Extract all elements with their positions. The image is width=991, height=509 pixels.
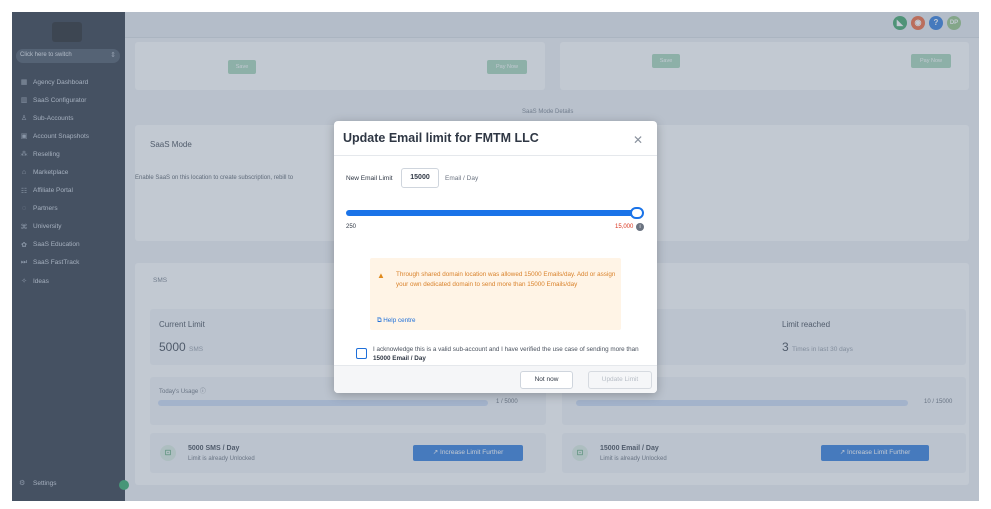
external-link-icon: ⧉ (377, 317, 382, 324)
close-icon[interactable]: ✕ (633, 133, 643, 147)
warning-box: ▲ Through shared domain location was all… (370, 258, 621, 330)
new-limit-input[interactable]: 15000 (401, 168, 439, 188)
acknowledge-text: I acknowledge this is a valid sub-accoun… (373, 346, 639, 362)
update-limit-button[interactable]: Update Limit (588, 371, 652, 389)
warning-text: Through shared domain location was allow… (396, 271, 616, 288)
modal-title: Update Email limit for FMTM LLC (343, 131, 539, 145)
info-icon[interactable]: i (636, 223, 644, 231)
divider (334, 155, 657, 156)
unit-label: Email / Day (445, 175, 479, 182)
email-limit-slider[interactable] (346, 210, 643, 216)
app-window: Click here to switch ⇕ ▦ Agency Dashboard… (12, 12, 979, 501)
slider-max-label: 15,000 (615, 224, 634, 230)
modal-footer: Not now Update Limit (334, 365, 657, 393)
acknowledge-checkbox[interactable] (356, 348, 367, 359)
not-now-button[interactable]: Not now (520, 371, 573, 389)
new-limit-label: New Email Limit (346, 175, 393, 182)
slider-min-label: 250 (346, 224, 357, 230)
slider-handle[interactable] (630, 207, 644, 219)
help-centre-link[interactable]: ⧉ Help centre (377, 317, 415, 325)
update-email-limit-modal: Update Email limit for FMTM LLC ✕ New Em… (334, 121, 657, 393)
warning-icon: ▲ (377, 271, 385, 280)
